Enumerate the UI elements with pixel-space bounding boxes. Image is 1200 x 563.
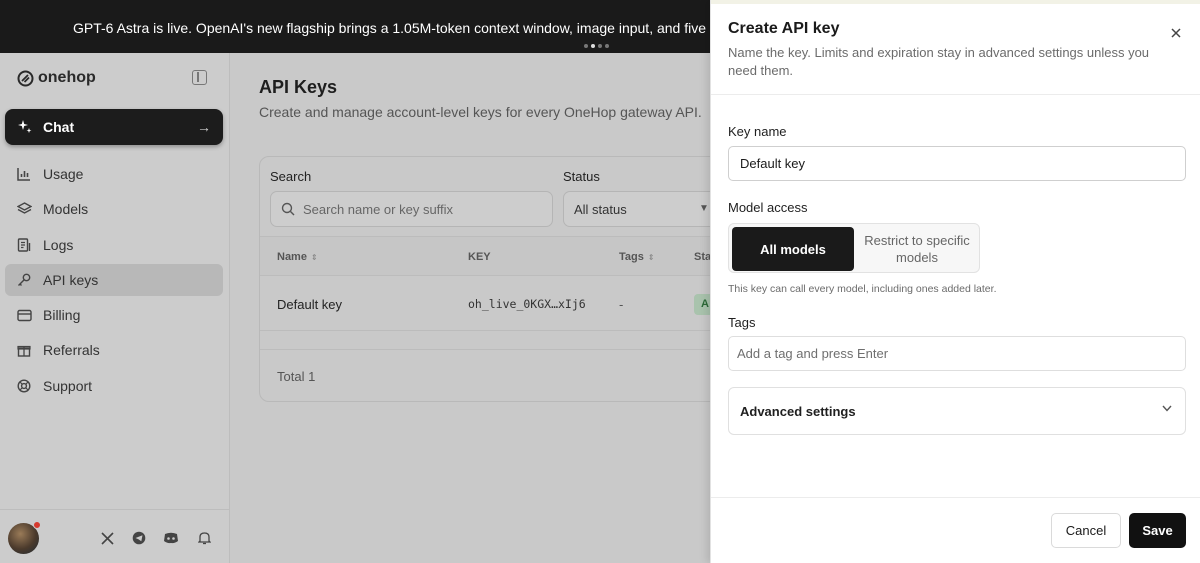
sidebar-item-label: Referrals: [43, 342, 100, 359]
bar-chart-icon: [16, 166, 32, 182]
advanced-settings-label: Advanced settings: [740, 403, 856, 419]
status-label: Status: [563, 169, 600, 184]
lifebuoy-icon: [16, 378, 32, 394]
sidebar: onehop Chat → Usage Models Logs API keys…: [0, 53, 230, 563]
search-input[interactable]: Search name or key suffix: [270, 191, 553, 227]
main-content: API Keys Create and manage account-level…: [231, 53, 729, 563]
sidebar-item-label: Models: [43, 201, 89, 218]
sidebar-item-label: Billing: [43, 307, 81, 324]
sidebar-item-label: Logs: [43, 236, 74, 253]
footer-divider: [711, 497, 1200, 498]
banner-dot[interactable]: [584, 44, 588, 48]
bell-icon[interactable]: [196, 530, 212, 546]
x-icon[interactable]: [99, 530, 115, 546]
close-icon[interactable]: [1167, 24, 1185, 42]
logo[interactable]: onehop: [17, 69, 96, 87]
page-title: API Keys: [259, 77, 338, 97]
sidebar-collapse-icon[interactable]: [192, 70, 207, 85]
panel-title: Create API key: [728, 20, 840, 37]
logo-text: onehop: [38, 69, 96, 86]
credit-card-icon: [16, 307, 32, 323]
sidebar-item-label: Usage: [43, 166, 84, 182]
restrict-models-option[interactable]: Restrict to specific models: [857, 227, 977, 271]
table-row[interactable]: Default key oh_live_0KGX…xIj6 - A: [260, 277, 728, 331]
save-button[interactable]: Save: [1129, 513, 1186, 548]
gift-icon: [16, 342, 32, 358]
status-select[interactable]: All status ▼: [563, 191, 723, 227]
discord-icon[interactable]: [163, 530, 179, 546]
status-select-value: All status: [574, 201, 627, 217]
sidebar-item-support[interactable]: Support: [5, 370, 223, 402]
page-subtitle: Create and manage account-level keys for…: [259, 104, 702, 120]
model-access-hint: This key can call every model, including…: [728, 283, 997, 295]
sidebar-item-models[interactable]: Models: [5, 193, 223, 225]
onehop-logo-icon: [17, 70, 34, 86]
cancel-button[interactable]: Cancel: [1051, 513, 1121, 548]
announcement-banner[interactable]: GPT-6 Astra is live. OpenAI's new flagsh…: [0, 0, 710, 53]
layers-icon: [16, 201, 32, 217]
divider: [711, 94, 1200, 95]
sparkle-icon: [18, 120, 32, 133]
column-header-status: Sta: [694, 251, 712, 263]
chat-label: Chat: [43, 119, 75, 135]
cell-tags: -: [619, 297, 624, 312]
search-label: Search: [270, 169, 312, 184]
key-name-input[interactable]: Default key: [728, 146, 1186, 181]
api-keys-card: Search Status Search name or key suffix …: [259, 156, 729, 402]
cell-key: oh_live_0KGX…xIj6: [468, 297, 586, 311]
sidebar-item-label: Support: [43, 377, 93, 394]
sidebar-item-logs[interactable]: Logs: [5, 229, 223, 261]
all-models-option[interactable]: All models: [732, 227, 854, 271]
banner-text: GPT-6 Astra is live. OpenAI's new flagsh…: [73, 20, 710, 36]
sidebar-item-usage[interactable]: Usage: [5, 158, 223, 190]
chevron-down-icon: ▼: [699, 203, 709, 214]
notification-dot: [33, 521, 41, 529]
table-spacer: [260, 332, 728, 350]
sidebar-item-referrals[interactable]: Referrals: [5, 334, 223, 366]
column-header-key: KEY: [468, 251, 491, 263]
banner-dot[interactable]: [598, 44, 602, 48]
sort-icon: ⇕: [647, 253, 655, 262]
sidebar-item-label: API keys: [43, 271, 99, 288]
column-header-tags[interactable]: Tags ⇕: [619, 251, 655, 263]
sidebar-item-billing[interactable]: Billing: [5, 299, 223, 331]
key-name-label: Key name: [728, 124, 787, 139]
logs-icon: [16, 237, 32, 253]
table-header: Name ⇕ KEY Tags ⇕ Sta: [260, 236, 728, 276]
search-icon: [281, 202, 295, 216]
column-header-name[interactable]: Name ⇕: [277, 251, 318, 263]
advanced-settings-toggle[interactable]: Advanced settings: [728, 387, 1186, 435]
panel-top-border: [711, 0, 1200, 4]
search-placeholder: Search name or key suffix: [303, 201, 454, 217]
panel-description: Name the key. Limits and expiration stay…: [728, 45, 1150, 78]
chat-button[interactable]: Chat →: [5, 109, 223, 145]
sidebar-item-api-keys[interactable]: API keys: [5, 263, 223, 296]
sidebar-footer: [0, 509, 230, 563]
arrow-right-icon: →: [197, 119, 211, 135]
chevron-down-icon: [1162, 404, 1172, 415]
tags-label: Tags: [728, 315, 756, 330]
banner-dot-active[interactable]: [591, 44, 595, 48]
create-api-key-panel: Create API key Name the key. Limits and …: [710, 0, 1200, 563]
cell-name: Default key: [277, 297, 343, 312]
model-access-toggle: All models Restrict to specific models: [728, 223, 980, 273]
sort-icon: ⇕: [310, 253, 318, 262]
sidebar-nav: Usage Models Logs API keys Billing Refer…: [5, 158, 223, 405]
key-icon: [16, 272, 32, 288]
total-count: Total 1: [277, 369, 316, 384]
model-access-label: Model access: [728, 200, 808, 215]
banner-dot[interactable]: [605, 44, 609, 48]
tags-input[interactable]: Add a tag and press Enter: [728, 336, 1186, 371]
banner-pagination: [584, 44, 609, 48]
telegram-icon[interactable]: [131, 530, 147, 546]
